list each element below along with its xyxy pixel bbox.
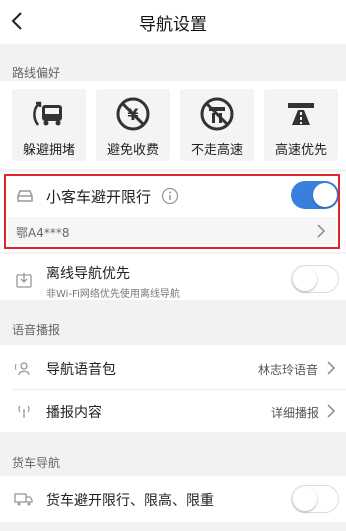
highlight-frame (4, 174, 340, 249)
voice-pack-label[interactable]: 导航语音包 (46, 359, 116, 379)
chevron-right-icon (327, 361, 336, 375)
truck-icon (14, 493, 33, 506)
toggle-knob (293, 267, 317, 291)
voice-pack-value[interactable]: 林志玲语音 (258, 361, 318, 378)
tile-label: 躲避拥堵 (22, 143, 75, 158)
download-icon (16, 273, 32, 288)
no-toll-icon: ¥ (116, 97, 150, 131)
offline-label: 离线导航优先 (46, 266, 130, 282)
content-value[interactable]: 详细播报 (271, 404, 319, 421)
tile-label: 避免收费 (106, 143, 159, 158)
highway-first-icon (288, 103, 314, 125)
divider (12, 389, 346, 390)
header-bar: 导航设置 (0, 0, 346, 44)
toggle-knob (293, 487, 317, 511)
page-title: 导航设置 (139, 15, 207, 35)
route-pref-tiles: 躲避拥堵 ¥ 避免收费 不走高速 高速优先 (0, 81, 346, 169)
truck-toggle[interactable] (291, 485, 339, 513)
voice-section-label: 语音播报 (12, 323, 61, 337)
voice-pack-icon (15, 362, 30, 376)
tile-label: 不走高速 (190, 143, 243, 158)
content-label[interactable]: 播报内容 (46, 402, 102, 422)
tile-avoid-congestion[interactable]: 躲避拥堵 (12, 89, 86, 161)
truck-restrict-label: 货车避开限行、限高、限重 (46, 493, 214, 509)
tile-highway-first[interactable]: 高速优先 (264, 89, 338, 161)
tile-no-highway[interactable]: 不走高速 (180, 89, 254, 161)
tile-no-toll[interactable]: ¥ 避免收费 (96, 89, 170, 161)
broadcast-icon (18, 405, 30, 418)
svg-text:¥: ¥ (127, 105, 138, 124)
offline-toggle[interactable] (291, 265, 339, 293)
avoid-congestion-icon (33, 101, 62, 126)
chevron-right-icon (327, 404, 336, 418)
tile-label: 高速优先 (274, 143, 327, 158)
no-highway-icon (200, 97, 234, 131)
offline-sub: 非Wi-Fi网络优先使用离线导航 (46, 289, 180, 300)
truck-section-label: 货车导航 (12, 456, 61, 470)
route-pref-label: 路线偏好 (12, 66, 61, 80)
